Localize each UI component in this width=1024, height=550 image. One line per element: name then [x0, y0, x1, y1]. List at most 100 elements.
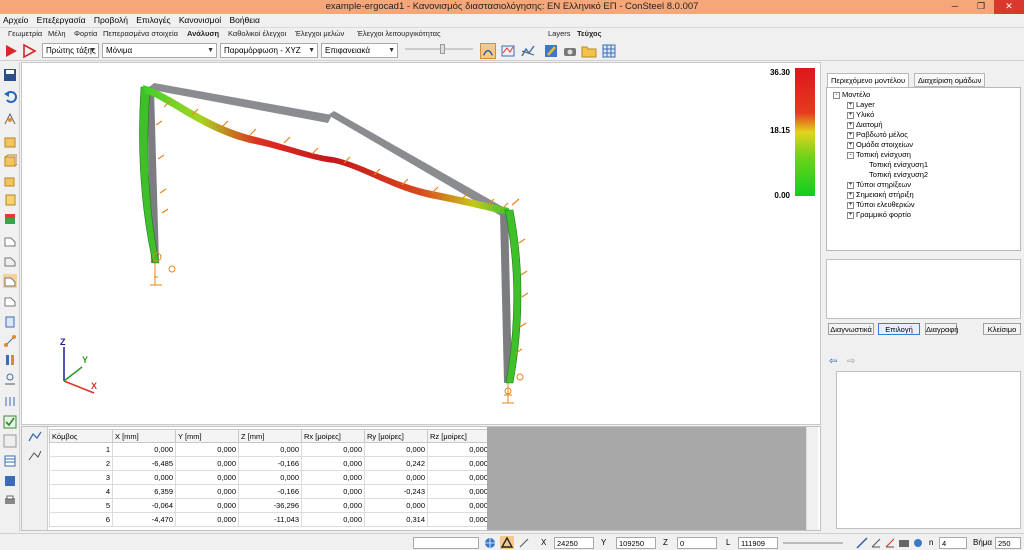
close-panel-button[interactable]: Κλείσιμο — [983, 323, 1021, 335]
col-rx[interactable]: Rx [μοίρες] — [301, 429, 365, 443]
col-node[interactable]: Κόμβος — [49, 429, 113, 443]
tree-item-support-types[interactable]: + Τύποι στηρίξεων — [847, 180, 911, 190]
table-row[interactable]: 6 -4,470 0,000 -11,043 0,000 0,314 0,000 — [49, 512, 491, 527]
export-icon[interactable] — [28, 449, 42, 461]
analysis-type-select[interactable]: Πρώτης τάξης ▼ — [42, 43, 99, 58]
camera-icon[interactable] — [562, 43, 578, 59]
view-box3-icon[interactable] — [3, 174, 17, 188]
table-row[interactable]: 2 -6,485 0,000 -0,166 0,000 0,242 0,000 — [49, 456, 491, 471]
tab-geometry[interactable]: Γεωμετρία — [8, 28, 42, 41]
step-field[interactable]: 250 — [995, 537, 1021, 549]
camera-status-icon[interactable] — [898, 537, 910, 549]
table-row[interactable]: 1 0,000 0,000 0,000 0,000 0,000 0,000 — [49, 442, 491, 457]
table-icon[interactable] — [3, 454, 17, 468]
col-rz[interactable]: Rz [μοίρες] — [427, 429, 491, 443]
members-icon[interactable] — [3, 353, 17, 367]
back-arrow-icon[interactable]: ⇦ — [829, 356, 837, 367]
tree-child-stiffener-2[interactable]: Τοπική ενίσχυση2 — [869, 170, 928, 180]
diagram-icon[interactable] — [500, 43, 516, 59]
nodes-icon[interactable] — [3, 334, 17, 348]
view-iso-icon[interactable] — [3, 112, 17, 126]
minimize-button[interactable]: ─ — [944, 0, 966, 14]
scale-slider[interactable] — [405, 48, 473, 50]
menu-help[interactable]: Βοήθεια — [226, 14, 262, 27]
col-ry[interactable]: Ry [μοίρες] — [364, 429, 428, 443]
tree-item-material[interactable]: + Υλικό — [847, 110, 874, 120]
run-step-icon[interactable] — [21, 43, 37, 59]
tab-layers[interactable]: Layers — [548, 28, 571, 41]
tab-global-checks[interactable]: Καθολικοί έλεγχοι — [228, 28, 286, 41]
view-top-icon[interactable] — [3, 274, 17, 288]
menu-view[interactable]: Προβολή — [91, 14, 131, 27]
globe-icon[interactable] — [484, 537, 496, 549]
snap-icon[interactable] — [500, 536, 514, 549]
graph-icon[interactable] — [520, 43, 536, 59]
table-row[interactable]: 3 0,000 0,000 0,000 0,000 0,000 0,000 — [49, 470, 491, 485]
view-3d-icon[interactable] — [3, 294, 17, 308]
undo-icon[interactable] — [3, 89, 17, 103]
graph-toggle-icon[interactable] — [28, 431, 42, 443]
result-type-select[interactable]: Παραμόρφωση - XYZ ▼ — [220, 43, 318, 58]
grid-report-icon[interactable] — [601, 43, 617, 59]
menu-options[interactable]: Επιλογές — [133, 14, 173, 27]
check-icon[interactable] — [3, 415, 17, 429]
diagnostics-button[interactable]: Διαγνωστικά — [828, 323, 874, 335]
run-icon[interactable] — [3, 43, 19, 59]
tree-item-line-load[interactable]: + Γραμμικό φορτίο — [847, 210, 911, 220]
tab-model-content[interactable]: Περιεχόμενο μοντέλου — [827, 73, 910, 87]
save-icon[interactable] — [3, 68, 17, 82]
report-icon[interactable] — [543, 43, 559, 59]
close-button[interactable]: ✕ — [994, 0, 1024, 14]
n-field[interactable]: 4 — [939, 537, 967, 549]
col-z[interactable]: Z [mm] — [238, 429, 302, 443]
doc-icon[interactable] — [3, 474, 17, 488]
tab-analysis[interactable]: Ανάλυση — [187, 28, 219, 41]
settings-icon[interactable] — [3, 434, 17, 448]
view-front-icon[interactable] — [3, 234, 17, 248]
tab-member-checks[interactable]: Έλεγχοι μελών — [295, 28, 344, 41]
deformation-icon[interactable] — [480, 43, 496, 59]
view-box1-icon[interactable] — [3, 135, 17, 149]
y-coord-field[interactable]: 109250 — [616, 537, 656, 549]
grid-snap-icon[interactable] — [884, 537, 896, 549]
tab-loads[interactable]: Φορτία — [74, 28, 97, 41]
loads-icon[interactable] — [3, 395, 17, 409]
tree-item-element-group[interactable]: + Ομάδα στοιχείων — [847, 140, 913, 150]
table-scrollbar[interactable] — [806, 427, 818, 530]
tab-finite-elements[interactable]: Πεπερασμένα στοιχεία — [103, 28, 178, 41]
tree-item-layer[interactable]: + Layer — [847, 100, 875, 110]
col-x[interactable]: X [mm] — [112, 429, 176, 443]
view-side-icon[interactable] — [3, 254, 17, 268]
tree-root[interactable]: - Μοντέλο — [833, 90, 870, 100]
tab-report[interactable]: Τεύχος — [577, 28, 601, 41]
supports-icon[interactable] — [3, 372, 17, 386]
select-button[interactable]: Επιλογή — [878, 323, 920, 335]
menu-file[interactable]: Αρχείο — [0, 14, 31, 27]
3d-viewport[interactable]: 36.30 18.15 0.00 Z Y X — [21, 62, 821, 425]
tree-item-bar-member[interactable]: + Ραβδωτό μέλος — [847, 130, 908, 140]
menu-edit[interactable]: Επεξεργασία — [34, 14, 89, 27]
scale-slider-thumb[interactable] — [440, 44, 445, 54]
menu-standards[interactable]: Κανονισμοί — [176, 14, 224, 27]
tree-item-point-support[interactable]: + Σημειακή στήριξη — [847, 190, 914, 200]
view-box2-icon[interactable] — [3, 154, 17, 168]
tree-item-release-types[interactable]: + Τύποι ελευθεριών — [847, 200, 915, 210]
forward-arrow-icon[interactable]: ⇨ — [847, 356, 855, 367]
tab-group-management[interactable]: Διαχείριση ομάδων — [914, 73, 986, 87]
zoom-slider[interactable] — [783, 542, 843, 544]
settings-status-icon[interactable] — [912, 537, 924, 549]
tree-item-section[interactable]: + Διατομή — [847, 120, 883, 130]
ortho-icon[interactable] — [518, 537, 530, 549]
delete-button[interactable]: Διαγραφή — [925, 323, 958, 335]
tab-serviceability[interactable]: Έλεγχοι λειτουργικότητας — [357, 28, 441, 41]
table-row[interactable]: 4 6,359 0,000 -0,166 0,000 -0,243 0,000 — [49, 484, 491, 499]
display-mode-select[interactable]: Επιφανειακά ▼ — [321, 43, 398, 58]
rotate-icon[interactable] — [3, 315, 17, 329]
view-box4-icon[interactable] — [3, 193, 17, 207]
ruler-icon[interactable] — [856, 537, 868, 549]
folder-icon[interactable] — [581, 43, 597, 59]
tree-item-stiffener[interactable]: - Τοπική ενίσχυση — [847, 150, 911, 160]
color-map-icon[interactable] — [3, 212, 17, 226]
col-y[interactable]: Y [mm] — [175, 429, 239, 443]
maximize-button[interactable]: ❐ — [970, 0, 992, 14]
